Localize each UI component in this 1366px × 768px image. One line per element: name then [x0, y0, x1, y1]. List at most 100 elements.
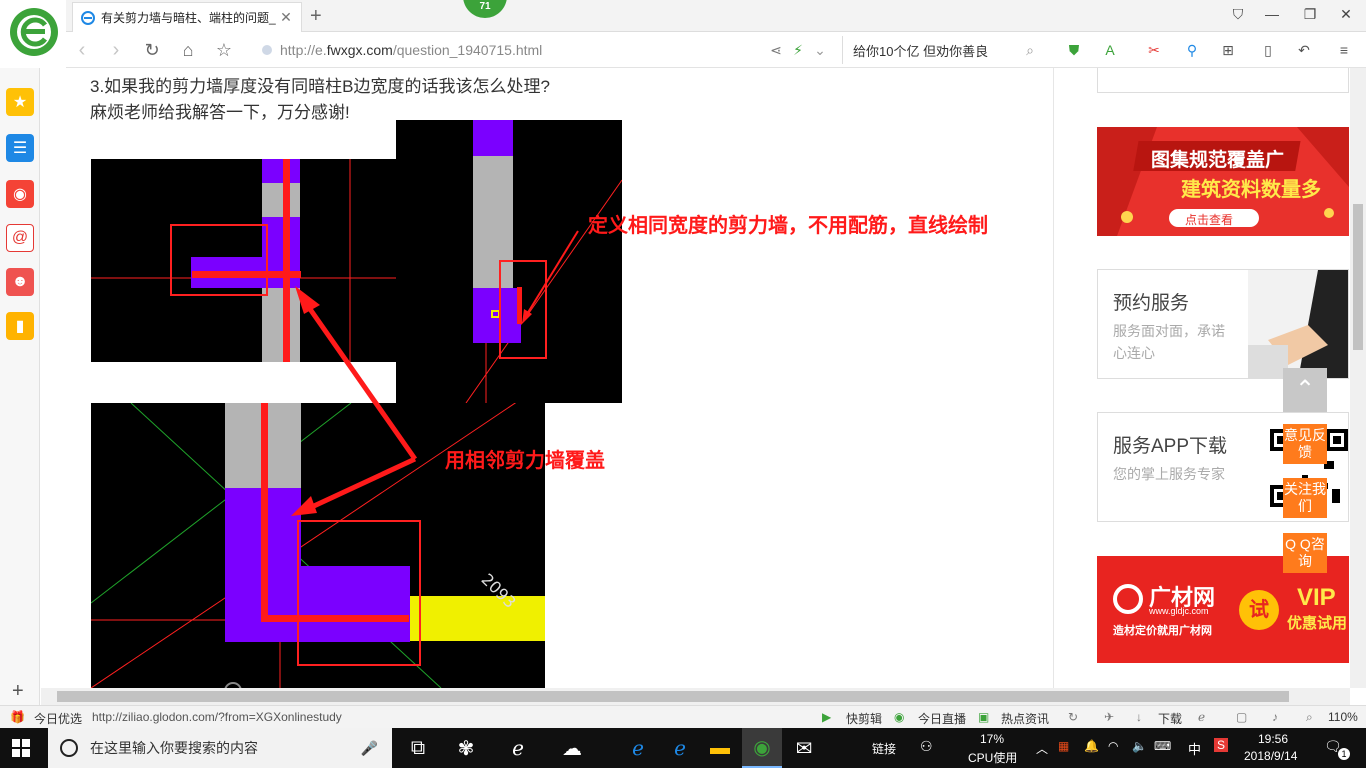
add-sidebar-item-icon[interactable]: +: [12, 680, 24, 703]
reading-mode-icon[interactable]: ▯: [1258, 40, 1278, 60]
skin-icon[interactable]: ⛉: [1228, 6, 1248, 23]
wifi-icon[interactable]: ◠: [1108, 739, 1118, 753]
forward-icon[interactable]: ›: [104, 38, 128, 62]
tray-app-icon[interactable]: ▦: [1058, 739, 1069, 753]
search-icon[interactable]: ⌕: [1026, 42, 1034, 59]
zoom-icon[interactable]: ⌕: [1306, 710, 1313, 725]
tray-people-icon[interactable]: ⚇: [920, 738, 933, 755]
tray-expand-icon[interactable]: ︿: [1036, 740, 1048, 757]
restore-icon[interactable]: ❐: [1300, 6, 1320, 23]
feedback-button[interactable]: 意见反馈: [1283, 424, 1327, 464]
menu-icon[interactable]: ≡: [1334, 40, 1354, 60]
vertical-scrollbar[interactable]: [1350, 68, 1366, 688]
search-input[interactable]: 给你10个亿 但劝你善良 ⌕: [842, 36, 1042, 64]
zoom-level[interactable]: 110%: [1328, 710, 1358, 724]
magnifier-icon[interactable]: ⚲: [1182, 40, 1202, 60]
ime-indicator[interactable]: 中: [1188, 739, 1201, 758]
browser-status-bar: 🎁 今日优选 http://ziliao.glodon.com/?from=XG…: [0, 705, 1366, 728]
bookmark-icon[interactable]: ▮: [6, 312, 34, 340]
ad-cta[interactable]: 点击查看: [1185, 211, 1233, 228]
scissors-icon[interactable]: ✂: [1144, 40, 1164, 60]
quick-cut-link[interactable]: 快剪辑: [846, 710, 882, 727]
close-window-icon[interactable]: ✕: [1336, 6, 1356, 23]
horizontal-scroll-thumb[interactable]: [57, 691, 1289, 702]
chevron-down-icon[interactable]: ⌄: [810, 40, 830, 60]
back-to-top-button[interactable]: ⌃: [1283, 368, 1327, 412]
ie-blue-app-icon[interactable]: ℯ: [660, 728, 700, 768]
url-text[interactable]: http://e.fwxgx.com/question_1940715.html: [280, 42, 542, 58]
tray-bell-icon[interactable]: 🔔: [1084, 739, 1099, 753]
tab-close-icon[interactable]: ✕: [279, 9, 293, 26]
edge-app-icon[interactable]: ℯ: [618, 728, 658, 768]
tray-link-label[interactable]: 链接: [872, 740, 896, 757]
today-pick-link[interactable]: 今日优选: [34, 710, 82, 727]
clock-time[interactable]: 19:56: [1258, 732, 1288, 746]
booking-desc: 服务面对面，承诺心连心: [1113, 323, 1225, 361]
taskbar-search-input[interactable]: 在这里输入你要搜索的内容 🎤: [48, 728, 392, 768]
taskbar-search-placeholder: 在这里输入你要搜索的内容: [90, 740, 258, 756]
translate-icon[interactable]: A: [1100, 40, 1120, 60]
download-link[interactable]: 下载: [1158, 710, 1182, 727]
window-icon[interactable]: ▢: [1236, 710, 1247, 724]
microphone-icon[interactable]: 🎤: [361, 740, 378, 757]
ad2-vip-sub: 优惠试用: [1287, 615, 1348, 632]
cortana-icon: [60, 739, 78, 757]
lightning-icon[interactable]: ⚡: [788, 40, 808, 60]
task-view-icon[interactable]: ⧉: [398, 728, 438, 768]
gift-icon[interactable]: 🎁: [10, 710, 25, 724]
vertical-scroll-thumb[interactable]: [1353, 204, 1363, 350]
question-line-1: 3.如果我的剪力墙厚度没有同暗柱B边宽度的话我该怎么处理?: [90, 77, 550, 96]
cloud-app-icon[interactable]: ☁: [552, 728, 592, 768]
windows-start-icon[interactable]: [12, 739, 30, 757]
weibo-icon[interactable]: ◉: [6, 180, 34, 208]
ad-banner-atlas[interactable]: 图集规范覆盖广 建筑资料数量多 点击查看: [1097, 127, 1349, 236]
speaker-icon[interactable]: 🔈: [1132, 739, 1147, 753]
pin-icon[interactable]: ✈: [1104, 710, 1114, 724]
pinwheel-app-icon[interactable]: ✾: [446, 728, 486, 768]
booking-title: 预约服务: [1113, 293, 1190, 314]
refresh-icon[interactable]: ↻: [140, 38, 164, 62]
clock-date[interactable]: 2018/9/14: [1244, 749, 1297, 763]
share-icon[interactable]: ⋖: [766, 40, 786, 60]
news-link[interactable]: 热点资讯: [1001, 710, 1049, 727]
file-explorer-icon[interactable]: ▬: [700, 728, 740, 768]
security-shield-icon[interactable]: ⛊: [1064, 40, 1084, 60]
speedup-icon[interactable]: ↻: [1068, 710, 1078, 724]
new-tab-button[interactable]: +: [310, 6, 322, 26]
browser-app-icon[interactable]: ◉: [742, 728, 782, 768]
mail-app-icon[interactable]: ✉: [784, 728, 824, 768]
ie-app-icon[interactable]: ℯ: [498, 728, 538, 768]
favorite-star-icon[interactable]: ☆: [212, 38, 236, 62]
notification-badge[interactable]: 71: [463, 0, 507, 18]
address-bar[interactable]: http://e.fwxgx.com/question_1940715.html: [262, 36, 842, 64]
minimize-icon[interactable]: —: [1262, 6, 1282, 22]
home-icon[interactable]: ⌂: [176, 38, 200, 62]
back-icon[interactable]: ‹: [70, 38, 94, 62]
volume-icon[interactable]: ♪: [1272, 710, 1278, 724]
live-link[interactable]: 今日直播: [918, 710, 966, 727]
browser-logo-icon[interactable]: [8, 6, 60, 58]
qq-consult-button[interactable]: Q Q咨询: [1283, 533, 1327, 573]
navigation-toolbar: ‹ › ↻ ⌂ ☆ http://e.fwxgx.com/question_19…: [66, 32, 1366, 68]
tab-active[interactable]: 有关剪力墙与暗柱、端柱的问题_ ✕: [72, 2, 302, 32]
keyboard-icon[interactable]: ⌨: [1154, 739, 1171, 753]
game-icon[interactable]: ☻: [6, 268, 34, 296]
news-icon[interactable]: ▣: [978, 710, 989, 724]
tab-strip: 有关剪力墙与暗柱、端柱的问题_ ✕ + 71 ⛉ — ❐ ✕: [66, 0, 1366, 32]
news-feed-icon[interactable]: ☰: [6, 134, 34, 162]
live-icon[interactable]: ◉: [894, 710, 904, 724]
mail-icon[interactable]: @: [6, 224, 34, 252]
quick-cut-icon[interactable]: ▶: [822, 710, 831, 724]
undo-icon[interactable]: ↶: [1294, 40, 1314, 60]
favorites-star-icon[interactable]: ★: [6, 88, 34, 116]
ie-mode-icon[interactable]: ℯ: [1198, 710, 1205, 724]
booking-service-card[interactable]: 预约服务 服务面对面，承诺心连心: [1097, 269, 1349, 379]
download-icon[interactable]: ↓: [1136, 710, 1142, 724]
horizontal-scrollbar[interactable]: [41, 688, 1350, 705]
windows-taskbar: 在这里输入你要搜索的内容 🎤 ⧉ ✾ ℯ ☁ ℯ ℯ ▬ ◉ ✉ 链接 ⚇ 17…: [0, 728, 1366, 768]
ie-favicon-icon: [81, 10, 95, 25]
apps-grid-icon[interactable]: ⊞: [1218, 40, 1238, 60]
site-info-icon[interactable]: [262, 45, 272, 55]
sogou-ime-icon[interactable]: S: [1214, 738, 1229, 752]
follow-us-button[interactable]: 关注我们: [1283, 478, 1327, 518]
